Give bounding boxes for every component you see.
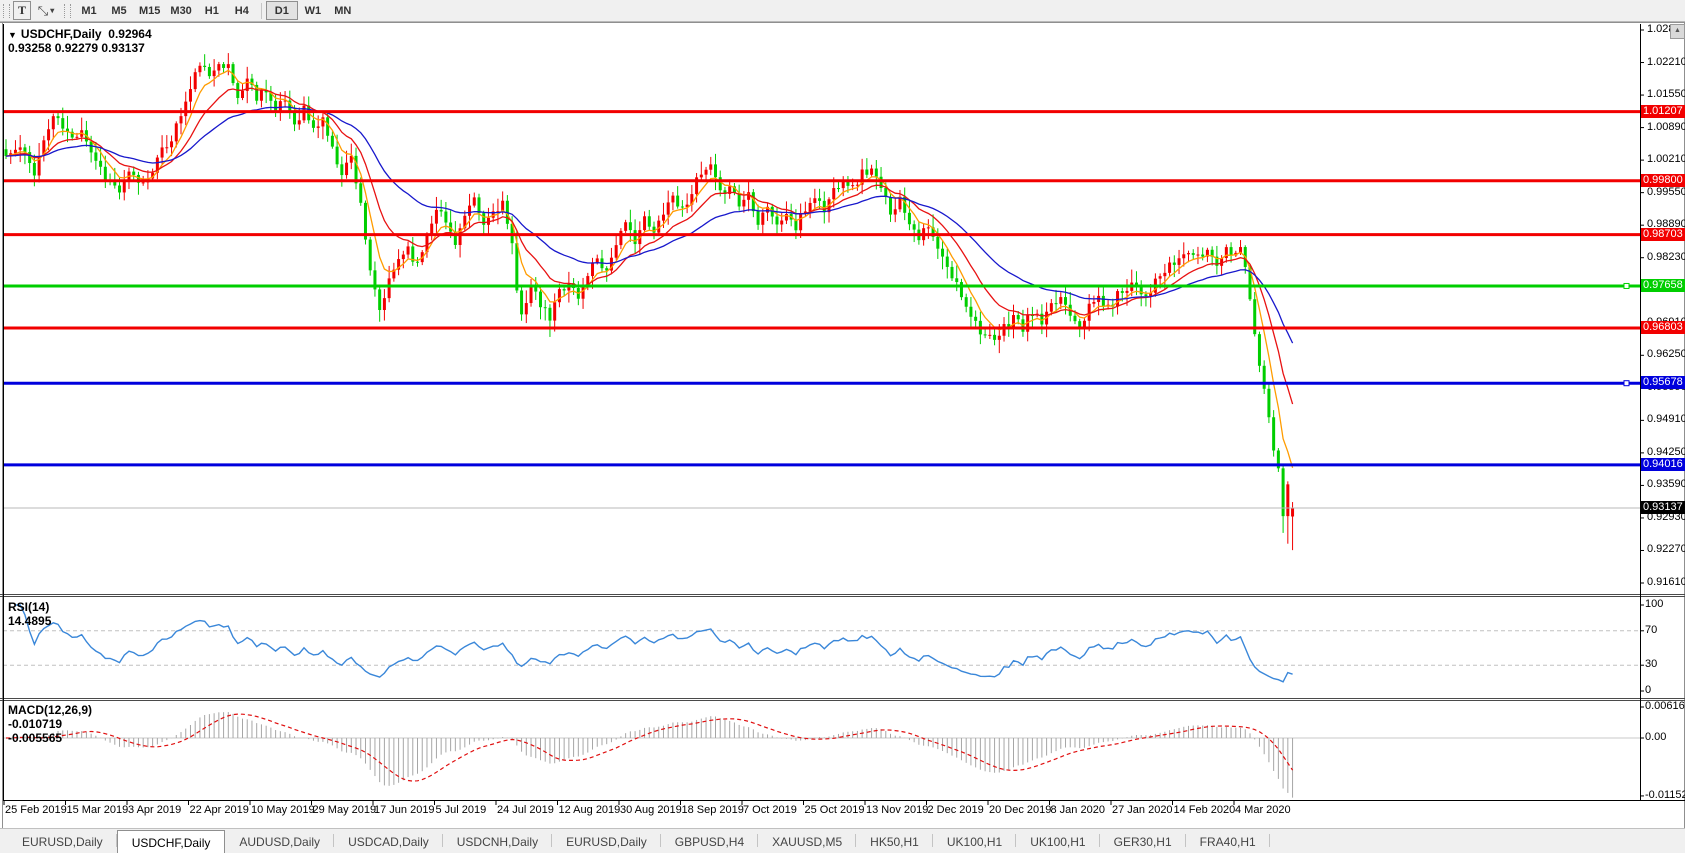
- collapse-arrow-icon[interactable]: ▼: [8, 30, 17, 40]
- price-axis-label: 0.94910: [1647, 413, 1685, 426]
- date-axis-label: 25 Oct 2019: [804, 804, 865, 816]
- rsi-indicator-label: RSI(14) 14.4895: [8, 600, 52, 628]
- top-toolbar: T ⤡ ▾ M1 M5 M15 M30 H1 H4 D1 W1 MN: [0, 0, 1685, 22]
- rsi-axis-label: 70: [1645, 623, 1658, 636]
- pointer-icon: ⤡: [37, 2, 49, 18]
- date-axis-label: 14 Feb 2020: [1173, 804, 1236, 816]
- rsi-axis-label: 0: [1645, 684, 1652, 696]
- date-axis-label: 3 Apr 2019: [128, 804, 182, 816]
- date-axis-label: 8 Jan 2020: [1050, 804, 1105, 816]
- macd-axis-label: 0.00: [1645, 731, 1667, 743]
- date-axis-label: 12 Aug 2019: [558, 804, 621, 816]
- timeframe-button-m15[interactable]: M15: [134, 2, 165, 19]
- chart-tab-xauusd-m5[interactable]: XAUUSD,M5: [758, 829, 857, 853]
- level-price-tag: 0.99800: [1641, 173, 1685, 187]
- chart-tab-uk100-h1[interactable]: UK100,H1: [1016, 829, 1100, 853]
- date-axis-label: 20 Dec 2019: [989, 804, 1052, 816]
- chart-tab-usdchf-daily[interactable]: USDCHF,Daily: [116, 830, 226, 853]
- price-axis-label: 0.99550: [1647, 185, 1685, 198]
- timeframe-button-mn[interactable]: MN: [328, 2, 358, 19]
- date-axis-label: 10 May 2019: [251, 804, 315, 816]
- chart-tab-bar: EURUSD,Daily USDCHF,Daily AUDUSD,Daily USDC…: [0, 828, 1685, 853]
- chart-tab-eurusd-daily[interactable]: EURUSD,Daily: [8, 829, 117, 853]
- level-price-tag: 0.95678: [1641, 376, 1685, 390]
- price-axis-label: 0.91610: [1647, 576, 1685, 588]
- date-axis-label: 4 Mar 2020: [1235, 804, 1291, 816]
- date-axis-label: 24 Jul 2019: [497, 804, 554, 816]
- symbol-title: USDCHF,Daily: [20, 27, 102, 41]
- current-price-tag: 0.93137: [1641, 500, 1685, 514]
- date-axis-label: 17 Jun 2019: [374, 804, 435, 816]
- toolbar-grip[interactable]: [3, 3, 10, 18]
- price-axis-label: 1.02210: [1647, 55, 1685, 68]
- price-axis-label: 0.98230: [1647, 250, 1685, 263]
- scroll-to-top-button[interactable]: ▲: [1670, 24, 1685, 39]
- date-axis-label: 7 Oct 2019: [743, 804, 797, 816]
- chart-tab-ger30-h1[interactable]: GER30,H1: [1100, 829, 1186, 853]
- macd-axis-label: -0.011523: [1645, 788, 1685, 801]
- level-price-tag: 0.98703: [1641, 227, 1685, 241]
- cursor-tool-button[interactable]: ⤡ ▾: [31, 2, 61, 19]
- date-axis-label: 15 Mar 2019: [66, 804, 129, 816]
- date-axis-label: 30 Aug 2019: [620, 804, 682, 816]
- price-chart[interactable]: [0, 0, 1685, 853]
- chevron-down-icon: ▾: [50, 6, 55, 15]
- date-axis-label: 25 Feb 2019: [5, 804, 67, 816]
- timeframe-button-m30[interactable]: M30: [165, 2, 196, 19]
- chart-tab-usdcnh-daily[interactable]: USDCNH,Daily: [443, 829, 553, 853]
- level-price-tag: 1.01207: [1641, 104, 1685, 118]
- price-axis-label: 0.96250: [1647, 348, 1685, 361]
- macd-axis-label: 0.006166: [1645, 700, 1685, 712]
- timeframe-button-h1[interactable]: H1: [197, 2, 227, 19]
- rsi-axis-label: 100: [1645, 598, 1664, 610]
- text-tool-button[interactable]: T: [13, 1, 31, 20]
- chart-tab-gbpusd-h4[interactable]: GBPUSD,H4: [661, 829, 759, 853]
- date-axis-label: 13 Nov 2019: [866, 804, 929, 816]
- timeframe-button-w1[interactable]: W1: [298, 2, 328, 19]
- date-axis-label: 5 Jul 2019: [435, 804, 487, 816]
- rsi-axis-label: 30: [1645, 658, 1658, 671]
- price-axis-label: 0.94250: [1647, 445, 1685, 458]
- date-axis-label: 27 Jan 2020: [1112, 804, 1173, 816]
- timeframe-button-m1[interactable]: M1: [74, 2, 104, 19]
- timeframe-button-group: M1 M5 M15 M30 H1 H4 D1 W1 MN: [74, 1, 358, 20]
- price-axis-label: 0.92270: [1647, 543, 1685, 556]
- chart-tab-audusd-daily[interactable]: AUDUSD,Daily: [225, 829, 335, 853]
- chart-tab-uk100-h1[interactable]: UK100,H1: [933, 829, 1017, 853]
- chart-tab-eurusd-daily[interactable]: EURUSD,Daily: [552, 829, 661, 853]
- timeframe-button-d1[interactable]: D1: [265, 1, 298, 20]
- date-axis-label: 22 Apr 2019: [189, 804, 249, 816]
- price-axis-label: 0.93590: [1647, 478, 1685, 491]
- timeframe-button-m5[interactable]: M5: [104, 2, 134, 19]
- level-price-tag: 0.97658: [1641, 278, 1685, 292]
- timeframe-button-h4[interactable]: H4: [227, 2, 257, 19]
- chart-tab-hk50-h1[interactable]: HK50,H1: [856, 829, 933, 853]
- level-price-tag: 0.96803: [1641, 320, 1685, 334]
- price-axis-label: 1.01550: [1647, 88, 1685, 101]
- date-axis-label: 29 May 2019: [312, 804, 377, 816]
- level-price-tag: 0.94016: [1641, 457, 1685, 471]
- date-axis-label: 18 Sep 2019: [681, 804, 744, 816]
- toolbar-grip[interactable]: [64, 3, 71, 18]
- macd-indicator-label: MACD(12,26,9) -0.010719 -0.005565: [8, 703, 93, 745]
- date-axis-label: 2 Dec 2019: [927, 804, 984, 816]
- price-axis-label: 1.00890: [1647, 120, 1685, 133]
- price-axis-label: 1.00210: [1647, 153, 1685, 166]
- chart-tab-fra40-h1[interactable]: FRA40,H1: [1186, 829, 1270, 853]
- chart-tab-usdcad-daily[interactable]: USDCAD,Daily: [334, 829, 443, 853]
- chart-symbol-ohlc-header: ▼ USDCHF,Daily 0.92964 0.93258 0.92279 0.…: [8, 27, 152, 55]
